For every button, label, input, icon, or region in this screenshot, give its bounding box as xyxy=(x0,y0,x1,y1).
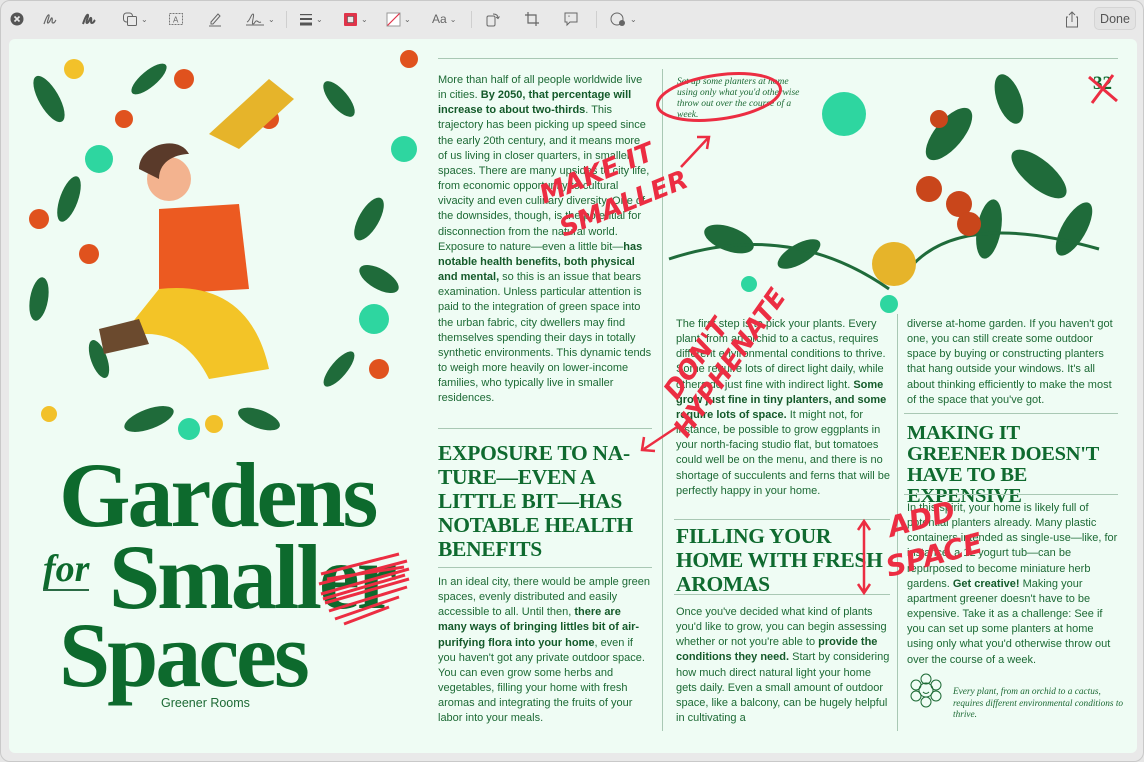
close-button[interactable] xyxy=(10,9,24,29)
preview-window: ⌄ A ⌄ ⌄ ⌄ ⌄ Aa ⌄ " ⌄ Done Gardens for Sm… xyxy=(0,0,1144,762)
shapes-menu-button[interactable]: ⌄ xyxy=(122,9,148,29)
text-run: It might not, for instance, be possible … xyxy=(676,408,891,497)
note-button[interactable]: " xyxy=(563,9,579,29)
text-style-menu-button[interactable]: Aa ⌄ xyxy=(432,9,456,29)
divider xyxy=(904,413,1118,414)
divider xyxy=(674,594,890,595)
border-color-menu-button[interactable]: ⌄ xyxy=(343,9,368,29)
text-run: . This trajectory has been picking up sp… xyxy=(438,104,650,253)
divider xyxy=(438,428,652,429)
chevron-down-icon: ⌄ xyxy=(361,14,368,24)
column-divider xyxy=(662,69,663,731)
heading-filling: Filling your home with fresh aromas xyxy=(676,524,883,596)
rotate-icon xyxy=(486,13,500,27)
flower-caption: Every plant, from an orchid to a cactus,… xyxy=(953,687,1124,720)
chevron-down-icon: ⌄ xyxy=(630,14,637,24)
share-icon xyxy=(1066,10,1078,27)
title-line-spaces: Spaces xyxy=(59,604,310,706)
highlight-button[interactable] xyxy=(207,9,223,29)
font-style-label: Aa xyxy=(432,12,447,26)
shapes-icon xyxy=(123,12,137,26)
column-2-paragraph-1: The first step is to pick your plants. E… xyxy=(676,317,890,499)
toolbar-divider xyxy=(596,11,597,28)
crop-button[interactable] xyxy=(524,9,540,29)
chevron-down-icon: ⌄ xyxy=(268,14,275,24)
arrow-annotation xyxy=(680,135,711,168)
fill-color-menu-button[interactable]: ⌄ xyxy=(386,9,411,29)
accessibility-markup-icon xyxy=(610,12,625,26)
divider xyxy=(674,519,890,520)
pen-icon xyxy=(209,13,221,27)
divider xyxy=(904,494,1118,495)
text-run: diverse at-home garden. If you haven't g… xyxy=(907,318,1113,406)
musician-illustration xyxy=(29,50,418,440)
signature-icon xyxy=(246,13,264,26)
done-button[interactable]: Done xyxy=(1094,7,1136,30)
toolbar-divider xyxy=(286,11,287,28)
share-button[interactable] xyxy=(1065,9,1079,29)
border-color-swatch-icon xyxy=(344,12,357,26)
top-rule xyxy=(438,58,1118,59)
page-number: 32 xyxy=(1093,73,1112,94)
draw-tool-button[interactable] xyxy=(81,9,97,29)
chevron-down-icon: ⌄ xyxy=(316,14,323,24)
svg-text:A: A xyxy=(173,16,179,25)
text-run: , even if you haven't got any private ou… xyxy=(438,636,645,725)
close-circle-icon xyxy=(10,12,24,26)
draw-icon xyxy=(82,13,96,25)
text-run: Making your apartment greener doesn't ha… xyxy=(907,577,1111,666)
column-1-paragraph-1: More than half of all people worldwide l… xyxy=(438,73,652,406)
column-1-paragraph-2: In an ideal city, there would be ample g… xyxy=(438,575,652,727)
heading-exposure: Exposure to na-ture—even a little bit—ha… xyxy=(438,441,633,561)
column-3-paragraph-2: In this spirit, your home is likely full… xyxy=(907,501,1119,668)
divider xyxy=(438,567,652,568)
speech-bubble-icon: " xyxy=(564,12,578,27)
bold-text-run: Get creative! xyxy=(952,577,1020,590)
sketch-icon xyxy=(43,14,57,25)
section-name: Greener Rooms xyxy=(161,696,250,710)
chevron-down-icon: ⌄ xyxy=(404,14,411,24)
text-run: In this spirit, your home is likely full… xyxy=(907,502,1118,590)
text-run: so this is an issue that bears examinati… xyxy=(438,271,652,405)
flower-icon xyxy=(910,673,942,708)
text-box-button[interactable]: A xyxy=(168,9,184,29)
svg-text:": " xyxy=(568,16,570,22)
markup-toolbar: ⌄ A ⌄ ⌄ ⌄ ⌄ Aa ⌄ " ⌄ Done xyxy=(1,1,1144,37)
sketch-tool-button[interactable] xyxy=(42,9,58,29)
column-3-paragraph-1: diverse at-home garden. If you haven't g… xyxy=(907,317,1119,408)
rotate-button[interactable] xyxy=(485,9,501,29)
line-style-menu-button[interactable]: ⌄ xyxy=(299,9,323,29)
pull-quote: Set up some planters at home using only … xyxy=(677,77,800,120)
no-fill-swatch-icon xyxy=(386,12,401,26)
chevron-down-icon: ⌄ xyxy=(449,14,457,24)
toolbar-divider xyxy=(471,11,472,28)
line-weight-icon xyxy=(300,14,312,26)
title-for: for xyxy=(43,548,90,591)
column-divider xyxy=(897,314,898,731)
document-page: Gardens for Smaller Spaces Greener Rooms… xyxy=(9,39,1137,753)
column-2-paragraph-2: Once you've decided what kind of plants … xyxy=(676,605,890,726)
markup-options-menu-button[interactable]: ⌄ xyxy=(610,9,637,29)
sign-menu-button[interactable]: ⌄ xyxy=(245,9,275,29)
chevron-down-icon: ⌄ xyxy=(141,14,148,24)
text-box-icon: A xyxy=(169,13,183,25)
crop-icon xyxy=(525,12,539,26)
